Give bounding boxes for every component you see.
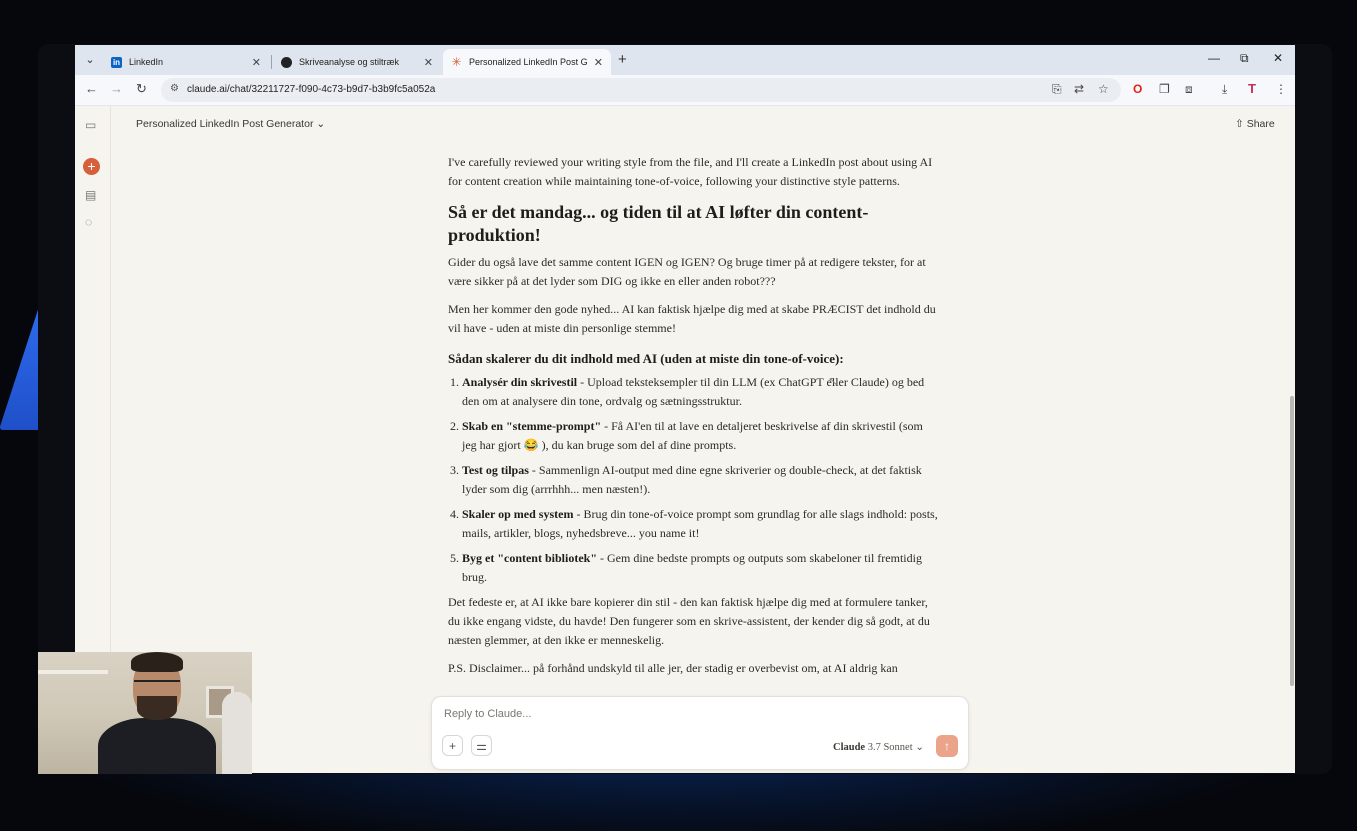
tab-title: LinkedIn <box>129 57 164 67</box>
post-paragraph: Det fedeste er, at AI ikke bare kopierer… <box>448 595 930 647</box>
list-item: Byg et "content bibliotek" - Gem dine be… <box>462 549 938 587</box>
step-text: - Sammenlign AI-output med dine egne skr… <box>462 463 922 496</box>
tab-separator <box>271 55 272 69</box>
step-title: Test og tilpas <box>462 463 529 477</box>
linkedin-icon: in <box>111 56 122 68</box>
model-version: 3.7 Sonnet <box>867 742 913 753</box>
webcam-microphone <box>222 692 252 774</box>
model-name: Claude <box>833 742 866 753</box>
sidebar-toggle-icon[interactable]: ▭ <box>85 118 96 132</box>
share-button[interactable]: ⇧ Share <box>1235 118 1275 130</box>
close-icon[interactable]: ✕ <box>252 56 261 69</box>
close-icon[interactable]: ✕ <box>594 56 603 69</box>
puzzle-icon[interactable]: ⧈ <box>1185 82 1193 97</box>
tab-strip: ⌄ in LinkedIn ✕ Skriveanalyse og stiltræ… <box>75 45 1295 75</box>
menu-kebab-icon[interactable]: ⋮ <box>1275 82 1287 96</box>
webcam-person-body <box>98 718 216 774</box>
step-title: Byg et "content bibliotek" <box>462 551 597 565</box>
share-label: Share <box>1246 118 1275 130</box>
bookmark-star-icon[interactable]: ☆ <box>1098 82 1109 96</box>
post-paragraph: P.S. Disclaimer... på forhånd undskyld t… <box>448 661 898 675</box>
tab-personalized-linkedin[interactable]: ✳ Personalized LinkedIn Post Gene ✕ <box>443 49 611 75</box>
translate-icon[interactable]: ⇄ <box>1074 82 1084 96</box>
browser-window: ⌄ in LinkedIn ✕ Skriveanalyse og stiltræ… <box>75 45 1295 773</box>
new-tab-icon[interactable]: + <box>618 51 627 68</box>
reply-input[interactable] <box>442 707 946 721</box>
address-bar[interactable]: ⚙ claude.ai/chat/32211727-f090-4c73-b9d7… <box>161 78 1121 102</box>
send-button[interactable]: ↑ <box>936 735 958 757</box>
tools-button[interactable]: ⚌ <box>471 735 492 756</box>
list-item: Analysér din skrivestil - Upload tekstek… <box>462 373 938 411</box>
opera-icon[interactable]: O <box>1133 82 1142 96</box>
restore-icon[interactable]: ⧉ <box>1240 51 1249 66</box>
mouse-cursor-icon: ↖ <box>828 374 839 388</box>
claude-app: ▭ + ▤ ◌ Personalized LinkedIn Post Gener… <box>75 106 1295 773</box>
post-paragraph: Men her kommer den gode nyhed... AI kan … <box>448 302 936 335</box>
scrollbar[interactable] <box>1290 396 1294 686</box>
browser-toolbar: ← → ↻ ⚙ claude.ai/chat/32211727-f090-4c7… <box>75 75 1295 106</box>
install-app-icon[interactable]: ⎘ <box>1052 82 1062 97</box>
tab-title: Personalized LinkedIn Post Gene <box>469 57 588 67</box>
list-item: Skab en "stemme-prompt" - Få AI'en til a… <box>462 417 938 455</box>
post-paragraph: Gider du også lave det samme content IGE… <box>448 255 926 288</box>
webcam-shelf <box>38 670 108 674</box>
assistant-message: I've carefully reviewed your writing sty… <box>448 153 938 687</box>
chats-icon[interactable]: ◌ <box>85 215 92 229</box>
chevron-down-icon: ⌄ <box>915 742 925 753</box>
back-icon[interactable]: ← <box>85 81 98 96</box>
tab-search-icon[interactable]: ⌄ <box>81 51 99 69</box>
site-settings-icon[interactable]: ⚙ <box>170 83 179 94</box>
webcam-person-glasses <box>134 680 180 692</box>
projects-icon[interactable]: ▤ <box>85 188 96 202</box>
steps-list: Analysér din skrivestil - Upload tekstek… <box>448 373 938 587</box>
step-title: Skaler op med system <box>462 507 574 521</box>
list-item: Skaler op med system - Brug din tone-of-… <box>462 505 938 543</box>
minimize-icon[interactable]: — <box>1208 51 1220 65</box>
attach-button[interactable]: + <box>442 735 463 756</box>
webcam-person-beard <box>137 696 177 720</box>
conversation-title-dropdown[interactable]: Personalized LinkedIn Post Generator ⌄ <box>136 118 325 130</box>
reload-icon[interactable]: ↻ <box>136 81 147 97</box>
webcam-overlay <box>38 652 252 774</box>
conversation-title: Personalized LinkedIn Post Generator <box>136 118 314 130</box>
post-headline: Så er det mandag... og tiden til at AI l… <box>448 202 869 245</box>
step-title: Skab en "stemme-prompt" <box>462 419 602 433</box>
forward-icon[interactable]: → <box>110 81 123 96</box>
claude-icon: ✳ <box>451 54 462 69</box>
message-intro: I've carefully reviewed your writing sty… <box>448 155 933 188</box>
tab-title: Skriveanalyse og stiltræk <box>299 57 400 67</box>
step-title: Analysér din skrivestil <box>462 375 578 389</box>
reply-composer: + ⚌ Claude 3.7 Sonnet ⌄ ↑ <box>431 696 969 770</box>
extension-icon[interactable]: ❐ <box>1159 82 1170 96</box>
window-close-icon[interactable]: ✕ <box>1273 51 1283 65</box>
chevron-down-icon: ⌄ <box>316 118 326 130</box>
webcam-person-hair <box>131 652 183 672</box>
close-icon[interactable]: ✕ <box>424 56 433 69</box>
share-icon: ⇧ <box>1235 118 1247 130</box>
chatgpt-icon <box>281 56 292 68</box>
profile-icon[interactable]: T <box>1248 81 1256 96</box>
list-item: Test og tilpas - Sammenlign AI-output me… <box>462 461 938 499</box>
model-selector[interactable]: Claude 3.7 Sonnet ⌄ <box>833 741 924 753</box>
tab-skriveanalyse[interactable]: Skriveanalyse og stiltræk ✕ <box>273 49 441 75</box>
new-chat-button[interactable]: + <box>83 158 100 175</box>
post-subheading: Sådan skalerer du dit indhold med AI (ud… <box>448 351 844 366</box>
tab-linkedin[interactable]: in LinkedIn ✕ <box>103 49 269 75</box>
url-text: claude.ai/chat/32211727-f090-4c73-b9d7-b… <box>187 84 436 95</box>
download-icon[interactable]: ⤓ <box>1222 82 1227 97</box>
